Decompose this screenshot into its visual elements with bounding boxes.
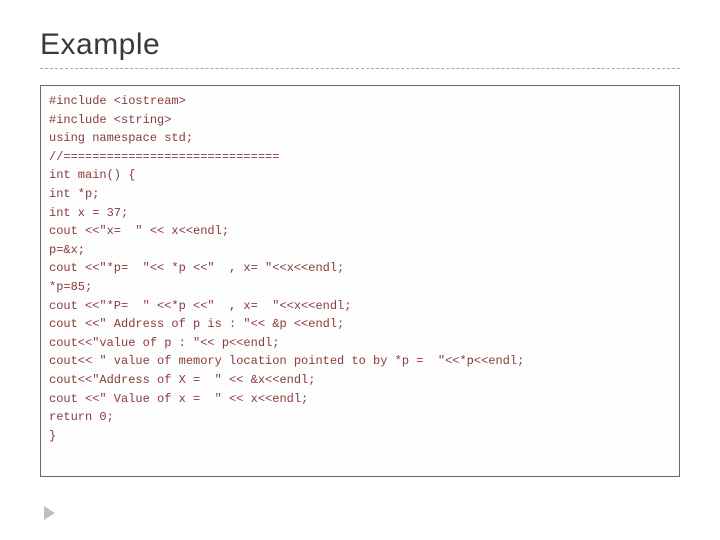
triangle-icon: [44, 506, 55, 520]
title-divider: [40, 68, 680, 69]
code-container: #include <iostream> #include <string> us…: [40, 85, 680, 477]
code-block: #include <iostream> #include <string> us…: [49, 92, 671, 445]
page-title: Example: [40, 28, 680, 62]
slide: Example #include <iostream> #include <st…: [0, 0, 720, 540]
